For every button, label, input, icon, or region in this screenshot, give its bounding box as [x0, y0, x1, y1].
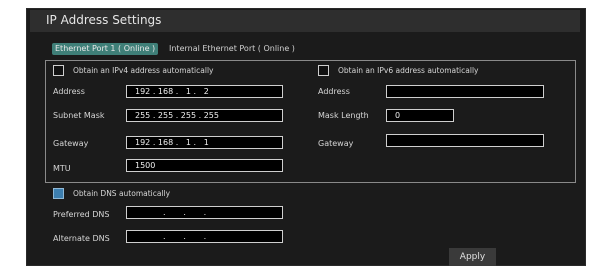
dns-auto-checkbox[interactable] [53, 188, 64, 199]
ipv4-gateway-label: Gateway [53, 139, 89, 148]
ipv6-address-field[interactable] [386, 85, 544, 98]
preferred-dns-label: Preferred DNS [53, 210, 110, 219]
ipv6-address-label: Address [318, 87, 350, 96]
ipv6-gateway-field[interactable] [386, 134, 544, 147]
ipv4-gateway-field[interactable]: 192 . 168 . 1 . 1 [126, 136, 283, 149]
mtu-label: MTU [53, 164, 71, 173]
ipv4-auto-label: Obtain an IPv4 address automatically [73, 66, 214, 75]
page-title: IP Address Settings [46, 13, 162, 27]
mtu-field[interactable]: 1500 [126, 159, 283, 172]
ipv4-auto-checkbox[interactable] [53, 65, 64, 76]
ipv4-mask-label: Subnet Mask [53, 111, 105, 120]
tab-internal-ethernet-port[interactable]: Internal Ethernet Port ( Online ) [169, 43, 295, 55]
preferred-dns-field[interactable]: . . . [126, 206, 283, 219]
alternate-dns-label: Alternate DNS [53, 234, 110, 243]
tab-ethernet-port-1[interactable]: Ethernet Port 1 ( Online ) [52, 43, 159, 55]
dns-auto-label: Obtain DNS automatically [73, 189, 171, 198]
ipv6-gateway-label: Gateway [318, 139, 354, 148]
ip-settings-group [45, 60, 576, 183]
ipv6-masklen-label: Mask Length [318, 111, 369, 120]
ipv4-address-field[interactable]: 192 . 168 . 1 . 2 [126, 85, 283, 98]
ipv6-auto-label: Obtain an IPv6 address automatically [338, 66, 479, 75]
ipv6-auto-checkbox[interactable] [318, 65, 329, 76]
apply-button[interactable]: Apply [449, 248, 496, 266]
ipv6-masklen-field[interactable]: 0 [386, 109, 454, 122]
ipv4-address-label: Address [53, 87, 85, 96]
alternate-dns-field[interactable]: . . . [126, 230, 283, 243]
ipv4-mask-field[interactable]: 255 . 255 . 255 . 255 [126, 109, 283, 122]
